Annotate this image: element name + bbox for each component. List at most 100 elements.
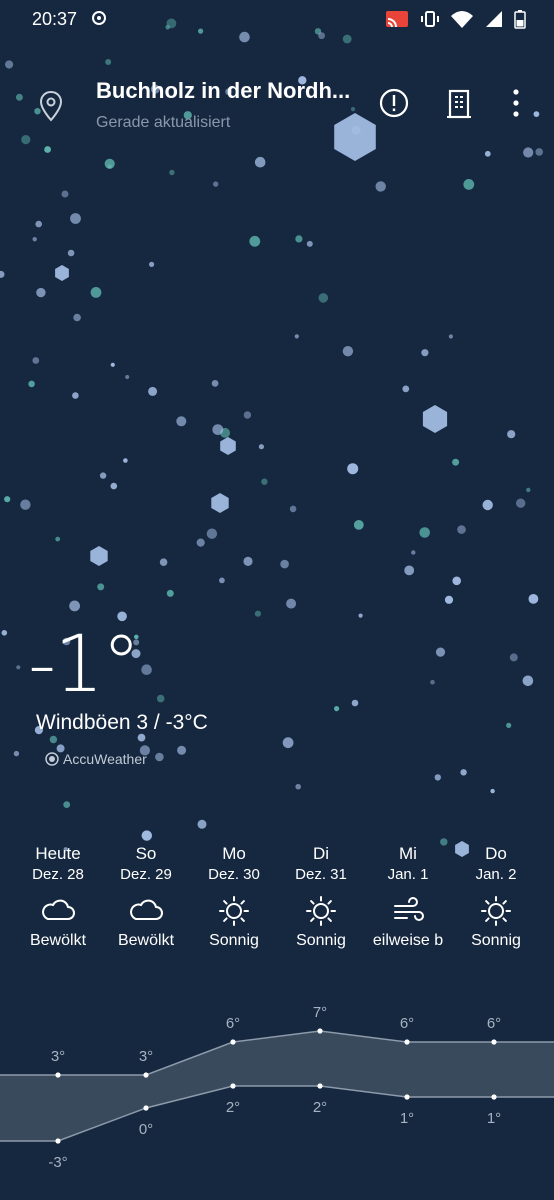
- snowflake: [110, 362, 115, 367]
- snowflake: [452, 458, 460, 466]
- snowflake: [507, 430, 516, 439]
- forecast-day[interactable]: Mi Jan. 1 eilweise b: [364, 843, 452, 951]
- high-temperature-label: 3°: [51, 1048, 65, 1065]
- forecast-day-name: Mi: [399, 844, 417, 863]
- snowflake: [509, 653, 518, 662]
- high-temperature-point: [143, 1072, 149, 1078]
- alert-icon: [379, 88, 409, 118]
- snowflake: [522, 675, 534, 687]
- forecast-date: Jan. 1: [387, 866, 429, 883]
- low-temperature-point: [404, 1094, 410, 1100]
- forecast-condition: eilweise b: [372, 932, 444, 949]
- low-temperature-point: [143, 1105, 149, 1111]
- alert-button[interactable]: [378, 86, 410, 120]
- snowflake: [411, 550, 416, 555]
- high-temperature-label: 6°: [226, 1015, 240, 1032]
- snowflake: [13, 750, 20, 757]
- forecast-day-name: Mo: [222, 844, 246, 863]
- forecast-day[interactable]: Heute Dez. 28 Bewölkt: [14, 843, 102, 951]
- snowflake: [16, 665, 21, 670]
- forecast-day[interactable]: So Dez. 29 Bewölkt: [102, 843, 190, 951]
- sun-icon: [219, 896, 249, 926]
- low-temperature-label: -3°: [48, 1154, 67, 1171]
- accuweather-logo-icon: [45, 752, 59, 766]
- snowflake: [1, 630, 8, 636]
- snowflake: [435, 647, 446, 657]
- snowflake: [72, 392, 79, 399]
- sun-icon: [306, 896, 336, 926]
- current-temperature: -1°: [28, 620, 141, 710]
- low-temperature-point: [491, 1094, 497, 1100]
- snowflake: [0, 270, 5, 278]
- snowflake: [32, 237, 37, 242]
- wifi-icon: [451, 11, 473, 28]
- status-icons: [384, 9, 526, 29]
- low-temperature-label: 1°: [400, 1110, 414, 1127]
- city-name[interactable]: Buchholz in der Nordh...: [96, 78, 350, 104]
- city-building-icon: [447, 89, 471, 119]
- snowflake: [535, 148, 543, 156]
- cast-icon: [386, 11, 408, 28]
- snowflake: [169, 169, 175, 176]
- snowflake: [156, 694, 165, 703]
- forecast-condition: Sonnig: [296, 932, 346, 949]
- snowflake: [35, 220, 42, 228]
- snowflake: [110, 482, 118, 490]
- snowflake: [177, 745, 187, 755]
- provider-name: AccuWeather: [63, 751, 147, 767]
- forecast-day[interactable]: Do Jan. 2 Sonnig: [452, 843, 540, 951]
- snowflake: [516, 498, 526, 508]
- snowflake: [211, 380, 219, 387]
- high-temperature-label: 7°: [313, 1004, 327, 1021]
- snowflake: [105, 59, 112, 65]
- snowflake: [243, 556, 253, 567]
- snowflake: [155, 752, 164, 762]
- forecast-date: Dez. 28: [32, 866, 84, 883]
- snowflake: [148, 386, 158, 396]
- location-pin-icon[interactable]: [38, 90, 64, 122]
- snowflake: [20, 499, 31, 510]
- snowflake: [63, 801, 71, 808]
- forecast-day-name: Do: [485, 844, 507, 863]
- more-options-button[interactable]: [500, 86, 532, 120]
- status-time: 20:37: [32, 9, 78, 29]
- forecast-condition: Bewölkt: [117, 932, 175, 949]
- forecast-day[interactable]: Mo Dez. 30 Sonnig: [190, 843, 278, 951]
- city-management-button[interactable]: [443, 86, 475, 120]
- snowflake: [448, 334, 453, 339]
- high-temperature-label: 3°: [139, 1048, 153, 1065]
- snowflake: [444, 595, 454, 604]
- temperature-chart: 3° -3° 3° 0° 6° 2° 7° 2° 6° 1° 6° 1°: [0, 1004, 554, 1171]
- forecast-date: Dez. 31: [295, 866, 347, 883]
- snowflake: [258, 444, 264, 450]
- snowflake: [286, 598, 297, 609]
- provider-attribution[interactable]: AccuWeather: [45, 751, 147, 767]
- snowflake: [526, 487, 531, 493]
- snowflake: [28, 380, 35, 388]
- cloud-icon: [42, 899, 75, 920]
- snowflake: [457, 525, 466, 534]
- snowflake: [176, 416, 187, 427]
- low-temperature-point: [230, 1083, 236, 1089]
- low-temperature-label: 2°: [313, 1099, 327, 1116]
- snowflake: [32, 357, 40, 364]
- snowflake: [73, 313, 81, 322]
- snowflake: [211, 493, 229, 513]
- snowflake: [104, 158, 115, 169]
- snowflake: [219, 577, 225, 584]
- sun-icon: [481, 896, 511, 926]
- snowflake: [463, 179, 475, 190]
- signal-icon: [486, 11, 502, 27]
- high-temperature-label: 6°: [487, 1015, 501, 1032]
- forecast-day[interactable]: Di Dez. 31 Sonnig: [277, 843, 365, 951]
- snowflake: [159, 558, 168, 566]
- snowflake: [334, 706, 340, 712]
- snowflake: [306, 240, 313, 247]
- forecast-condition: Sonnig: [209, 932, 259, 949]
- battery-icon: [514, 10, 526, 29]
- snowflake: [528, 594, 539, 604]
- snowflake: [318, 293, 329, 303]
- snowflake: [196, 538, 205, 547]
- snowflake: [49, 735, 58, 744]
- snowflake: [197, 819, 207, 829]
